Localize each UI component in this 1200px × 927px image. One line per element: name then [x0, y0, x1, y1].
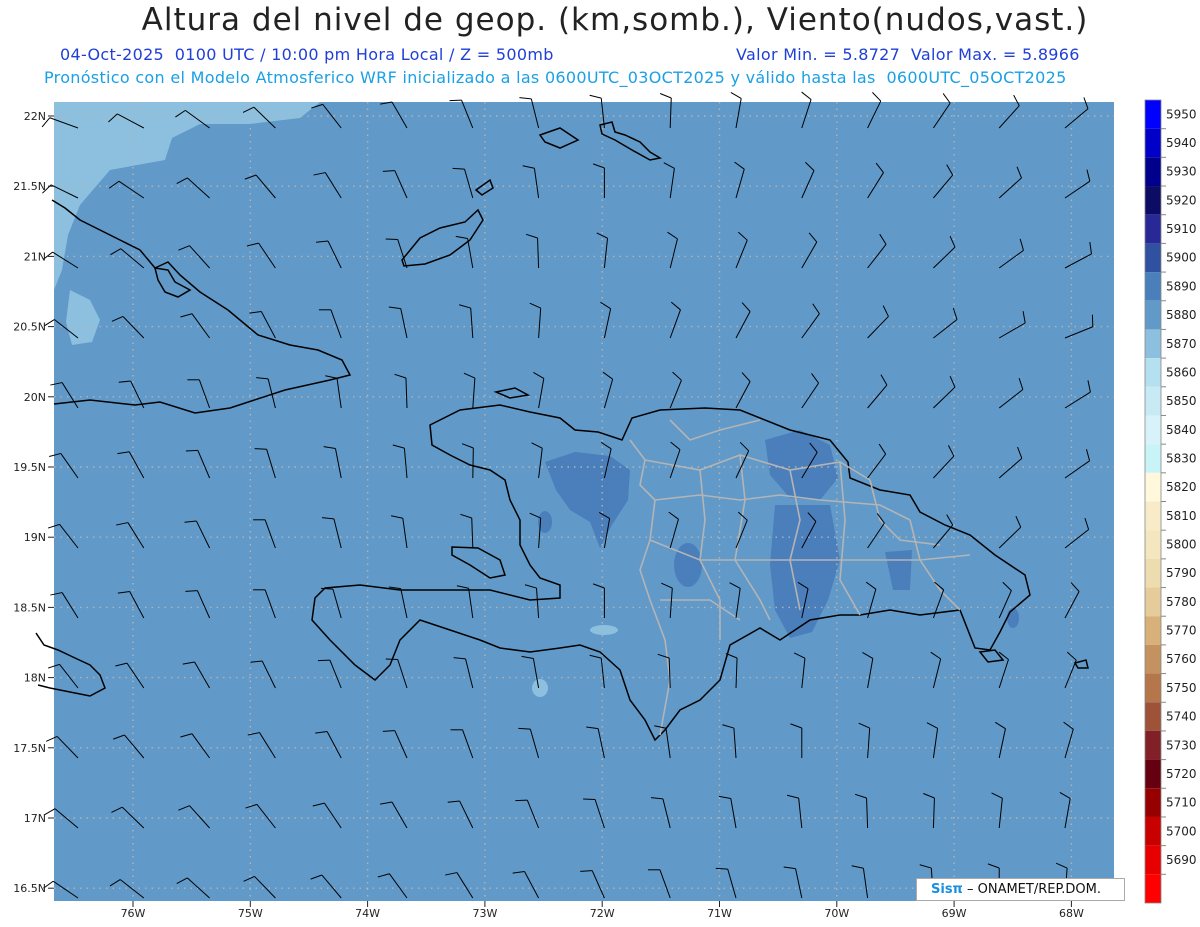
colorbar-label: 5710	[1166, 796, 1197, 810]
colorbar-segment	[1145, 472, 1161, 502]
colorbar-label: 5700	[1166, 824, 1197, 838]
colorbar-label: 5730	[1166, 738, 1197, 752]
lon-label: 69W	[942, 907, 967, 920]
light-shade-spot	[532, 679, 548, 697]
light-shade-spot-2	[590, 625, 618, 635]
colorbar-label: 5770	[1166, 624, 1197, 638]
map-svg: 22N 21.5N 21N 20.5N 20N 19.5N 19N 18.5N 18N 17.5N…	[13, 91, 1197, 920]
colorbar-segment	[1145, 272, 1161, 301]
lat-label: 20.5N	[13, 321, 46, 334]
colorbar-label: 5740	[1166, 710, 1197, 724]
colorbar-label: 5850	[1166, 394, 1197, 408]
lon-label: 70W	[824, 907, 849, 920]
colorbar-segment	[1145, 358, 1161, 387]
colorbar-segment	[1145, 501, 1161, 531]
colorbar-segment	[1145, 558, 1161, 588]
colorbar-segment	[1145, 243, 1161, 273]
colorbar-label: 5780	[1166, 595, 1197, 609]
colorbar-label: 5950	[1166, 107, 1197, 121]
colorbar-label: 5820	[1166, 480, 1197, 494]
colorbar-label: 5890	[1166, 279, 1197, 293]
lat-label: 19N	[24, 531, 46, 544]
lon-label: 72W	[590, 907, 615, 920]
credit-box: Sisπ – ONAMET/REP.DOM.	[916, 878, 1125, 901]
lat-label: 17.5N	[13, 742, 46, 755]
colorbar-label: 5880	[1166, 308, 1197, 322]
colorbar-segment	[1145, 100, 1161, 129]
colorbar: 5950 5940 5930 5920 5910 5900 5890 5880 5870 5860…	[1144, 99, 1197, 904]
longitude-labels: 76W 75W 74W 73W 72W 71W 70W 69W 68W	[121, 901, 1084, 920]
colorbar-label: 5690	[1166, 853, 1197, 867]
colorbar-segment	[1145, 186, 1161, 215]
lat-label: 21N	[24, 250, 46, 263]
lat-label: 18N	[24, 672, 46, 685]
colorbar-segment	[1145, 644, 1161, 674]
colorbar-label: 5790	[1166, 566, 1197, 580]
colorbar-label: 5930	[1166, 165, 1197, 179]
colorbar-segment	[1145, 530, 1161, 559]
colorbar-segment	[1145, 415, 1161, 445]
lon-label: 75W	[238, 907, 263, 920]
colorbar-label: 5760	[1166, 652, 1197, 666]
colorbar-segment	[1145, 845, 1161, 875]
colorbar-label: 5910	[1166, 222, 1197, 236]
lat-label: 19.5N	[13, 461, 46, 474]
colorbar-segment	[1145, 329, 1161, 359]
latitude-labels: 22N 21.5N 21N 20.5N 20N 19.5N 19N 18.5N 18N 17.5N…	[13, 110, 54, 895]
colorbar-segment	[1145, 128, 1161, 158]
lon-label: 73W	[472, 907, 497, 920]
colorbar-segment	[1145, 759, 1161, 789]
colorbar-segment	[1145, 874, 1161, 903]
colorbar-segment	[1145, 157, 1161, 187]
colorbar-segment	[1145, 816, 1161, 846]
lon-label: 76W	[121, 907, 146, 920]
lon-label: 74W	[355, 907, 380, 920]
colorbar-segment	[1145, 788, 1161, 817]
colorbar-label: 5750	[1166, 681, 1197, 695]
colorbar-segment	[1145, 300, 1161, 330]
colorbar-label: 5940	[1166, 136, 1197, 150]
colorbar-label: 5840	[1166, 423, 1197, 437]
lat-label: 21.5N	[13, 180, 46, 193]
colorbar-label: 5830	[1166, 451, 1197, 465]
colorbar-label: 5810	[1166, 509, 1197, 523]
lat-label: 16.5N	[13, 882, 46, 895]
colorbar-segment	[1145, 214, 1161, 244]
lat-label: 17N	[24, 812, 46, 825]
colorbar-label: 5720	[1166, 767, 1197, 781]
colorbar-segment	[1145, 444, 1161, 473]
colorbar-segment	[1145, 730, 1161, 760]
colorbar-label: 5870	[1166, 337, 1197, 351]
lat-label: 20N	[24, 391, 46, 404]
colorbar-segment	[1145, 673, 1161, 703]
colorbar-segment	[1145, 587, 1161, 617]
lon-label: 71W	[707, 907, 732, 920]
colorbar-label: 5860	[1166, 365, 1197, 379]
colorbar-segment	[1145, 386, 1161, 416]
colorbar-segment	[1145, 616, 1161, 645]
lat-label: 18.5N	[13, 601, 46, 614]
colorbar-label: 5800	[1166, 538, 1197, 552]
lon-label: 68W	[1059, 907, 1084, 920]
credit-text: – ONAMET/REP.DOM.	[966, 882, 1102, 897]
lat-label: 22N	[24, 110, 46, 123]
sispi-logo: Sisπ	[931, 882, 963, 897]
colorbar-label: 5900	[1166, 251, 1197, 265]
colorbar-label: 5920	[1166, 193, 1197, 207]
colorbar-segment	[1145, 702, 1161, 731]
